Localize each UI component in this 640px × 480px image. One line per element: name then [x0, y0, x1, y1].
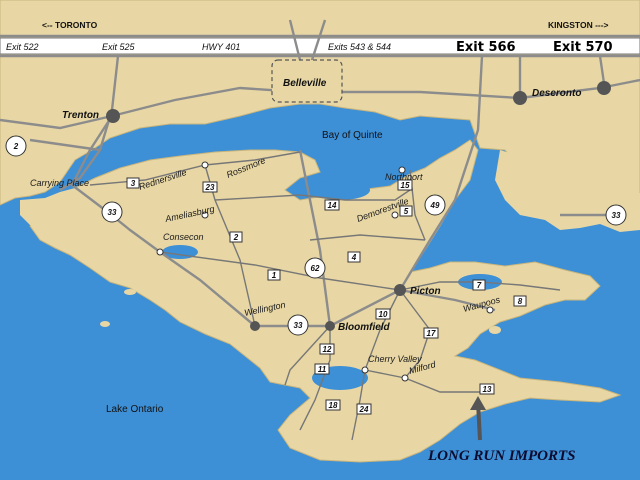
water-lake-ontario: Lake Ontario [106, 404, 164, 415]
exit-522-label: Exit 522 [6, 42, 39, 52]
county-road-5: 5 [399, 205, 413, 217]
town-consecon: Consecon [163, 232, 204, 242]
county-road-15: 15 [397, 179, 413, 191]
county-map: <-- TORONTO KINGSTON ---> Exit 522 Exit … [0, 0, 640, 480]
town-dot-cherry-valley [361, 366, 369, 374]
town-dot-rednersville [201, 161, 209, 169]
credit-label: LONG RUN IMPORTS [427, 448, 576, 464]
town-cherry-valley: Cherry Valley [368, 354, 422, 364]
exit-525-label: Exit 525 [102, 42, 136, 52]
county-road-4: 4 [347, 251, 361, 263]
svg-text:2: 2 [233, 233, 239, 242]
svg-text:11: 11 [318, 365, 327, 374]
highway-shield-2: 2 [5, 135, 27, 157]
water-bay-of-quinte: Bay of Quinte [322, 130, 383, 141]
svg-text:13: 13 [483, 385, 492, 394]
svg-text:18: 18 [329, 401, 338, 410]
town-dot-trenton [106, 109, 120, 123]
svg-text:17: 17 [427, 329, 436, 338]
svg-text:24: 24 [359, 405, 369, 414]
svg-text:7: 7 [477, 281, 482, 290]
svg-text:4: 4 [351, 253, 357, 262]
highway-shield-49: 49 [424, 194, 446, 216]
direction-west: <-- TORONTO [42, 20, 98, 30]
town-dot-bloomfield [325, 321, 335, 331]
town-dot-consecon [156, 248, 164, 256]
island [100, 321, 110, 327]
highway-shield-33-east: 33 [605, 204, 627, 226]
county-road-3: 3 [126, 177, 140, 189]
town-carrying-place: Carrying Place [30, 178, 89, 188]
svg-text:23: 23 [205, 183, 215, 192]
svg-text:12: 12 [323, 345, 332, 354]
svg-text:8: 8 [518, 297, 523, 306]
town-dot-waupoos [486, 306, 494, 314]
highway-shield-33-west: 33 [101, 201, 123, 223]
island [489, 326, 501, 334]
county-road-17: 17 [423, 327, 439, 339]
town-dot-deseronto [513, 91, 527, 105]
county-road-24: 24 [356, 403, 372, 415]
exit-570-label: Exit 570 [553, 40, 613, 55]
town-dot-east [597, 81, 611, 95]
svg-text:33: 33 [108, 208, 117, 217]
svg-text:3: 3 [131, 179, 136, 188]
town-trenton: Trenton [62, 110, 99, 121]
county-road-12: 12 [319, 343, 335, 355]
county-road-8: 8 [513, 295, 527, 307]
svg-text:49: 49 [430, 201, 440, 210]
svg-text:1: 1 [272, 271, 277, 280]
hwy-401-bar [0, 37, 640, 55]
exit-566-label: Exit 566 [456, 40, 516, 55]
county-road-14: 14 [324, 199, 340, 211]
svg-text:5: 5 [404, 207, 409, 216]
town-picton: Picton [410, 286, 441, 297]
highway-shield-62: 62 [304, 257, 326, 279]
svg-text:33: 33 [612, 211, 621, 220]
svg-text:14: 14 [328, 201, 337, 210]
exits-543-544-label: Exits 543 & 544 [328, 42, 391, 52]
direction-east: KINGSTON ---> [548, 20, 609, 30]
county-road-18: 18 [325, 399, 341, 411]
town-belleville: Belleville [283, 78, 327, 89]
town-bloomfield: Bloomfield [338, 322, 391, 333]
town-dot-picton [394, 284, 406, 296]
svg-text:2: 2 [13, 142, 19, 151]
hwy-401-label: HWY 401 [202, 42, 240, 52]
county-road-13: 13 [479, 383, 495, 395]
town-dot-wellington [250, 321, 260, 331]
island [124, 289, 136, 295]
town-dot-milford [401, 374, 409, 382]
svg-text:15: 15 [401, 181, 410, 190]
svg-text:10: 10 [379, 310, 388, 319]
county-road-7: 7 [472, 279, 486, 291]
town-dot-demorestville [391, 211, 399, 219]
county-road-1: 1 [267, 269, 281, 281]
county-road-10: 10 [375, 308, 391, 320]
county-road-2: 2 [229, 231, 243, 243]
town-deseronto: Deseronto [532, 88, 581, 99]
svg-text:62: 62 [311, 264, 320, 273]
highway-shield-33-south: 33 [287, 314, 309, 336]
svg-text:33: 33 [294, 321, 303, 330]
county-road-23: 23 [202, 181, 218, 193]
county-road-11: 11 [314, 363, 330, 375]
